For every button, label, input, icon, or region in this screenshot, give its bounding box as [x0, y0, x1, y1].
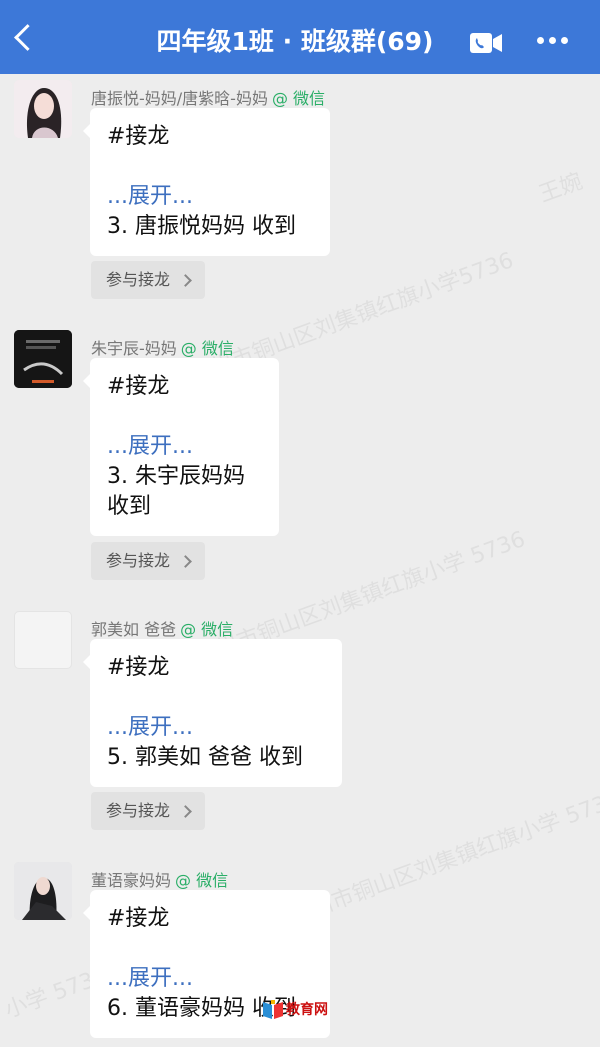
message-bubble[interactable]: #接龙 ...展开... 5. 郭美如 爸爸 收到 — [83, 639, 342, 787]
join-jielong-button[interactable]: 参与接龙 — [91, 261, 205, 299]
jielong-tag: #接龙 — [107, 124, 170, 149]
video-call-icon[interactable] — [469, 32, 503, 54]
chat-message: 朱宇辰-妈妈 @ 微信 #接龙 ...展开... 3. 朱宇辰妈妈 收到 参与接龙 — [0, 330, 600, 580]
sender-name: 朱宇辰-妈妈 @ 微信 — [91, 339, 234, 358]
chat-header: 四年级1班 · 班级群(69) — [0, 0, 600, 74]
expand-link[interactable]: ...展开... — [107, 432, 263, 462]
avatar[interactable] — [14, 862, 72, 920]
jielong-tag: #接龙 — [107, 374, 170, 399]
expand-link[interactable]: ...展开... — [107, 182, 314, 212]
chevron-right-icon — [179, 274, 192, 287]
expand-link[interactable]: ...展开... — [107, 964, 314, 994]
chat-message: 郭美如 爸爸 @ 微信 #接龙 ...展开... 5. 郭美如 爸爸 收到 参与接… — [0, 611, 600, 841]
avatar[interactable] — [14, 330, 72, 388]
chat-message: 唐振悦-妈妈/唐紫晗-妈妈 @ 微信 #接龙 ...展开... 3. 唐振悦妈妈 … — [0, 80, 600, 300]
back-icon[interactable] — [14, 24, 41, 51]
message-text: 3. 唐振悦妈妈 收到 — [107, 214, 296, 239]
jielong-tag: #接龙 — [107, 655, 170, 680]
sender-name: 董语豪妈妈 @ 微信 — [91, 871, 229, 890]
message-text: 收到 — [107, 494, 152, 519]
expand-link[interactable]: ...展开... — [107, 713, 326, 743]
sender-name: 唐振悦-妈妈/唐紫晗-妈妈 @ 微信 — [91, 89, 326, 108]
chat-title: 四年级1班 · 班级群(69) — [156, 27, 434, 56]
avatar[interactable] — [14, 611, 72, 669]
chevron-right-icon — [179, 805, 192, 818]
more-dots-icon[interactable] — [537, 37, 569, 47]
join-jielong-button[interactable]: 参与接龙 — [91, 792, 205, 830]
message-text: 3. 朱宇辰妈妈 — [107, 464, 245, 489]
message-bubble[interactable]: #接龙 ...展开... 3. 朱宇辰妈妈 收到 — [83, 358, 279, 536]
avatar[interactable] — [14, 80, 72, 138]
chevron-right-icon — [179, 555, 192, 568]
jielong-tag: #接龙 — [107, 906, 170, 931]
message-bubble[interactable]: #接龙 ...展开... 3. 唐振悦妈妈 收到 — [83, 108, 330, 256]
book-logo-icon — [263, 1000, 283, 1019]
join-jielong-button[interactable]: 参与接龙 — [91, 542, 205, 580]
message-text: 5. 郭美如 爸爸 收到 — [107, 745, 303, 770]
site-logo: 教育网 — [262, 994, 352, 1022]
sender-name: 郭美如 爸爸 @ 微信 — [91, 620, 234, 639]
